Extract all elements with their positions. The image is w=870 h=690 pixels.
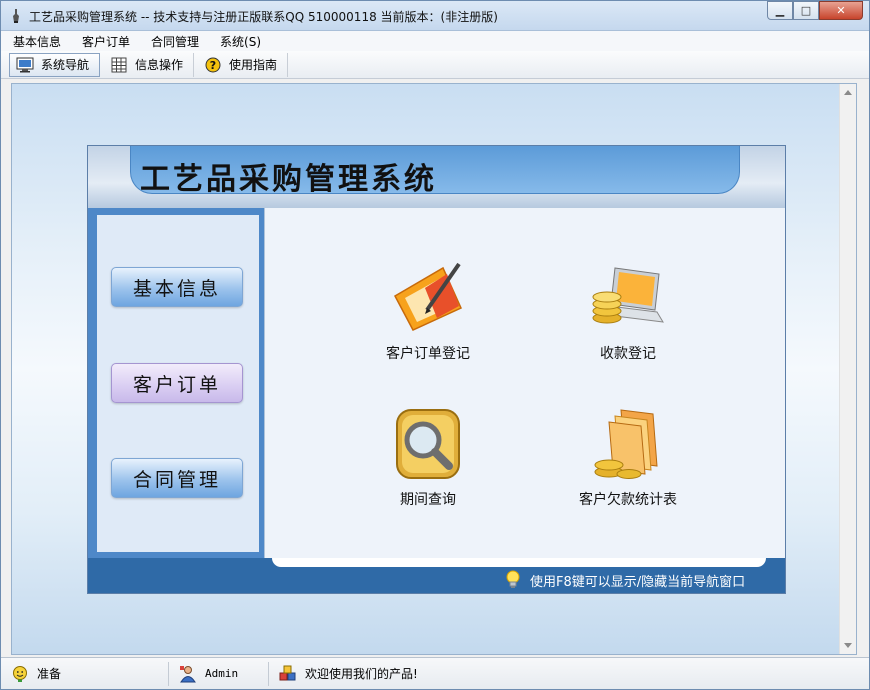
payment-register-icon — [592, 267, 664, 324]
toolbar-user-guide-label: 使用指南 — [229, 58, 278, 72]
minimize-button[interactable]: ▁ — [767, 1, 793, 20]
vertical-scrollbar[interactable] — [839, 84, 856, 654]
toolbar-user-guide-button[interactable]: ? 使用指南 — [198, 52, 289, 77]
window-title: 工艺品采购管理系统 -- 技术支持与注册正版联系QQ 510000118 当前版… — [29, 10, 498, 24]
toolbar-info-ops-button[interactable]: 信息操作 — [104, 52, 195, 77]
debt-report-icon — [594, 409, 658, 479]
menu-customer-order[interactable]: 客户订单 — [70, 31, 139, 51]
feature-period-query-label: 期间查询 — [400, 492, 456, 508]
nav-sidebar: 基本信息 客户订单 合同管理 — [88, 208, 264, 558]
footer-tip: 使用F8键可以显示/隐藏当前导航窗口 — [504, 570, 745, 590]
navigation-panel: 工艺品采购管理系统 基本信息 客户订单 合同管理 客户订单登记 收款登记 期间查… — [87, 145, 786, 594]
status-pane-message: 欢迎使用我们的产品! — [269, 662, 867, 686]
footer-tip-text: 使用F8键可以显示/隐藏当前导航窗口 — [530, 574, 746, 590]
feature-debt-report-label: 客户欠款统计表 — [579, 492, 677, 508]
feature-payment-register-label: 收款登记 — [600, 346, 656, 362]
nav-button-customer-order[interactable]: 客户订单 — [111, 363, 243, 403]
toolbar-system-nav-label: 系统导航 — [41, 58, 90, 72]
close-button[interactable]: ✕ — [819, 1, 863, 20]
feature-order-register[interactable]: 客户订单登记 — [353, 258, 503, 363]
scroll-down-arrow-icon[interactable] — [844, 643, 852, 648]
nav-sidebar-inner: 基本信息 客户订单 合同管理 — [97, 215, 259, 552]
help-icon: ? — [205, 57, 221, 72]
order-register-icon — [394, 262, 462, 331]
period-query-icon — [396, 409, 460, 479]
status-text: 准备 — [37, 667, 62, 681]
toolbar-info-ops-label: 信息操作 — [135, 58, 184, 72]
app-window: 工艺品采购管理系统 -- 技术支持与注册正版联系QQ 510000118 当前版… — [0, 0, 870, 690]
status-username: Admin — [205, 667, 239, 680]
scroll-up-arrow-icon[interactable] — [844, 90, 852, 95]
product-cubes-icon — [279, 665, 296, 680]
menu-system[interactable]: 系统(S) — [208, 31, 270, 51]
footer-curve — [272, 558, 766, 567]
client-area: 工艺品采购管理系统 基本信息 客户订单 合同管理 客户订单登记 收款登记 期间查… — [11, 83, 857, 655]
app-icon — [13, 9, 19, 23]
panel-footer: 使用F8键可以显示/隐藏当前导航窗口 — [88, 558, 785, 593]
title-bar[interactable]: 工艺品采购管理系统 -- 技术支持与注册正版联系QQ 510000118 当前版… — [1, 1, 869, 31]
status-message: 欢迎使用我们的产品! — [305, 667, 418, 681]
grid-icon — [111, 57, 127, 72]
menu-basic-info[interactable]: 基本信息 — [1, 31, 70, 51]
maximize-button[interactable]: □ — [793, 1, 819, 20]
status-bar: 准备 Admin 欢迎使用我们的产品! — [1, 657, 869, 689]
lightbulb-icon — [506, 570, 520, 588]
feature-order-register-label: 客户订单登记 — [386, 346, 470, 362]
user-icon — [180, 665, 196, 682]
status-smiley-icon — [13, 665, 27, 682]
menu-bar: 基本信息 客户订单 合同管理 系统(S) — [1, 31, 869, 51]
feature-debt-report[interactable]: 客户欠款统计表 — [553, 404, 703, 509]
toolbar-system-nav-button[interactable]: 系统导航 — [9, 52, 101, 77]
nav-button-basic-info[interactable]: 基本信息 — [111, 267, 243, 307]
panel-header: 工艺品采购管理系统 — [88, 146, 785, 208]
toolbar: 系统导航 信息操作 ? 使用指南 — [1, 51, 869, 79]
window-controls: ▁ □ ✕ — [767, 1, 863, 21]
menu-contract-management[interactable]: 合同管理 — [139, 31, 208, 51]
feature-period-query[interactable]: 期间查询 — [353, 404, 503, 509]
status-pane-state: 准备 — [1, 661, 169, 686]
monitor-icon — [16, 57, 34, 72]
status-pane-user: Admin — [169, 661, 269, 686]
panel-title: 工艺品采购管理系统 — [140, 162, 437, 197]
svg-text:?: ? — [210, 59, 216, 72]
nav-button-contract-management[interactable]: 合同管理 — [111, 458, 243, 498]
feature-area: 客户订单登记 收款登记 期间查询 客户欠款统计表 — [264, 208, 785, 558]
feature-payment-register[interactable]: 收款登记 — [553, 258, 703, 363]
